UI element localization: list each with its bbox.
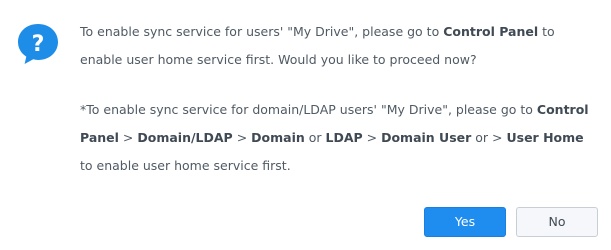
question-bubble-icon: ? (16, 22, 60, 66)
dialog-message: To enable sync service for users' "My Dr… (80, 18, 600, 180)
no-button[interactable]: No (516, 207, 598, 237)
message-paragraph-1: To enable sync service for users' "My Dr… (80, 24, 555, 67)
svg-text:?: ? (32, 32, 45, 57)
yes-button[interactable]: Yes (424, 207, 506, 237)
control-panel-text: Control Panel (443, 24, 539, 39)
message-paragraph-2: *To enable sync service for domain/LDAP … (80, 102, 589, 173)
confirm-dialog: ? To enable sync service for users' "My … (0, 0, 611, 250)
